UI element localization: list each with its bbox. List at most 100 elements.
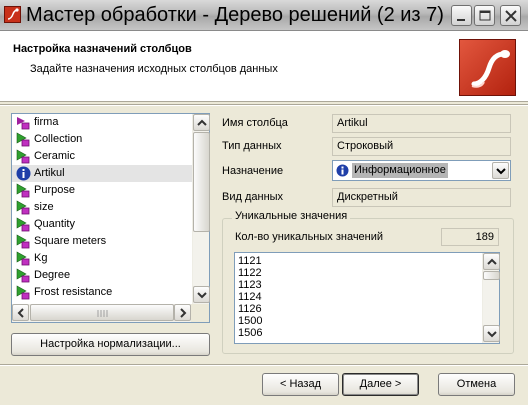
column-item[interactable]: Degree — [12, 267, 192, 284]
scroll-corner — [191, 304, 209, 322]
column-item-label: Ceramic — [34, 150, 75, 162]
step-title: Настройка назначений столбцов — [13, 43, 192, 55]
arrow-right-icon — [180, 308, 187, 318]
info-icon — [16, 166, 31, 181]
back-button[interactable]: < Назад — [262, 373, 339, 396]
column-item-label: Artikul — [34, 167, 65, 179]
column-item[interactable]: Collection — [12, 131, 192, 148]
green-purple-input-icon — [16, 234, 30, 249]
purpose-select-value: Информационное — [352, 163, 448, 178]
column-item-label: Degree — [34, 269, 71, 281]
purpose-label: Назначение — [222, 165, 284, 177]
unique-count-value: 189 — [441, 228, 499, 246]
unique-value-item[interactable]: 1123 — [238, 279, 478, 291]
green-purple-input-icon — [16, 251, 30, 266]
unique-value-item[interactable]: 1126 — [238, 303, 478, 315]
column-item[interactable]: Ceramic — [12, 148, 192, 165]
unique-count-label: Кол-во уникальных значений — [235, 231, 384, 243]
column-item[interactable]: Square meters — [12, 233, 192, 250]
values-scroll-thumb[interactable] — [483, 271, 500, 280]
scroll-thumb[interactable] — [193, 132, 210, 232]
arrow-up-icon — [197, 119, 207, 126]
close-button[interactable] — [500, 5, 521, 26]
column-name-value: Artikul — [332, 114, 511, 133]
arrow-left-icon — [17, 308, 24, 318]
column-item[interactable]: Quantity — [12, 216, 192, 233]
column-item-label: Frost resistance — [34, 286, 113, 298]
green-purple-input-icon — [16, 132, 30, 147]
step-subtitle: Задайте назначения исходных столбцов дан… — [30, 63, 278, 75]
data-kind-value: Дискретный — [332, 188, 511, 207]
values-scroll-down-button[interactable] — [483, 325, 500, 342]
pipe-logo-icon — [471, 50, 510, 88]
hscroll-thumb[interactable] — [30, 304, 174, 321]
unique-values-title: Уникальные значения — [232, 210, 351, 222]
close-icon — [505, 10, 517, 22]
wizard-window: Мастер обработки - Дерево решений (2 из … — [0, 0, 528, 405]
data-type-label: Тип данных — [222, 140, 282, 152]
green-purple-input-icon — [16, 200, 30, 215]
column-item-label: size — [34, 201, 54, 213]
purpose-select[interactable]: Информационное — [332, 160, 511, 181]
unique-values-list[interactable]: 1121 1122 1123 1124 1126 1500 1506 — [234, 252, 500, 344]
green-purple-input-icon — [16, 217, 30, 232]
unique-values-items: 1121 1122 1123 1124 1126 1500 1506 — [238, 255, 478, 339]
purpose-dropdown-button[interactable] — [492, 162, 509, 179]
green-purple-input-icon — [16, 285, 30, 300]
green-purple-input-icon — [16, 149, 30, 164]
column-item[interactable]: firma — [12, 114, 192, 131]
minimize-icon — [457, 19, 465, 21]
footer-separator — [0, 364, 528, 366]
column-item-label: Square meters — [34, 235, 107, 247]
column-item[interactable]: Artikul — [12, 165, 192, 182]
arrow-down-icon — [197, 292, 207, 299]
column-item-label: Purpose — [34, 184, 75, 196]
unique-value-item[interactable]: 1506 — [238, 327, 478, 339]
purple-input-icon — [17, 117, 30, 130]
column-item-label: firma — [34, 116, 59, 128]
green-purple-input-icon — [16, 183, 30, 198]
unique-value-item[interactable]: 1500 — [238, 315, 478, 327]
title-bar[interactable]: Мастер обработки - Дерево решений (2 из … — [0, 0, 528, 31]
scroll-right-button[interactable] — [174, 304, 191, 321]
header-separator — [0, 104, 528, 106]
data-type-value: Строковый — [332, 137, 511, 156]
column-item-label: Kg — [34, 252, 48, 264]
cancel-button[interactable]: Отмена — [438, 373, 515, 396]
column-item[interactable]: size — [12, 199, 192, 216]
columns-list[interactable]: firma Collection Ceramic Artikul Purpose size… — [11, 113, 210, 323]
columns-list-items: firma Collection Ceramic Artikul Purpose size… — [12, 114, 192, 304]
scroll-down-button[interactable] — [193, 286, 210, 303]
normalization-settings-button[interactable]: Настройка нормализации... — [11, 333, 210, 356]
minimize-button[interactable] — [451, 5, 472, 26]
chevron-down-icon — [496, 168, 506, 175]
column-item[interactable]: Frost resistance — [12, 284, 192, 301]
app-icon — [4, 6, 21, 23]
arrow-up-icon — [487, 258, 497, 265]
scroll-up-button[interactable] — [193, 114, 210, 131]
green-purple-input-icon — [16, 268, 30, 283]
column-item-label: Collection — [34, 133, 83, 145]
product-logo — [459, 39, 516, 96]
next-button[interactable]: Далее > — [342, 373, 419, 396]
window-title: Мастер обработки - Дерево решений (2 из … — [26, 4, 444, 26]
columns-vertical-scrollbar[interactable] — [192, 114, 210, 304]
values-scroll-up-button[interactable] — [483, 253, 500, 270]
column-item[interactable]: Kg — [12, 250, 192, 267]
maximize-button[interactable] — [474, 5, 495, 26]
wizard-header: Настройка назначений столбцов Задайте на… — [0, 31, 528, 102]
unique-value-item[interactable]: 1122 — [238, 267, 478, 279]
arrow-down-icon — [487, 331, 497, 338]
scroll-left-button[interactable] — [12, 304, 29, 321]
maximize-icon — [479, 10, 491, 21]
values-vertical-scrollbar[interactable] — [482, 253, 500, 343]
column-item-label: Quantity — [34, 218, 75, 230]
info-icon — [336, 164, 349, 177]
data-kind-label: Вид данных — [222, 191, 284, 203]
column-name-label: Имя столбца — [222, 117, 288, 129]
columns-horizontal-scrollbar[interactable] — [12, 304, 192, 322]
column-item[interactable]: Purpose — [12, 182, 192, 199]
unique-value-item[interactable]: 1124 — [238, 291, 478, 303]
grip-icon — [97, 310, 108, 317]
unique-value-item[interactable]: 1121 — [238, 255, 478, 267]
